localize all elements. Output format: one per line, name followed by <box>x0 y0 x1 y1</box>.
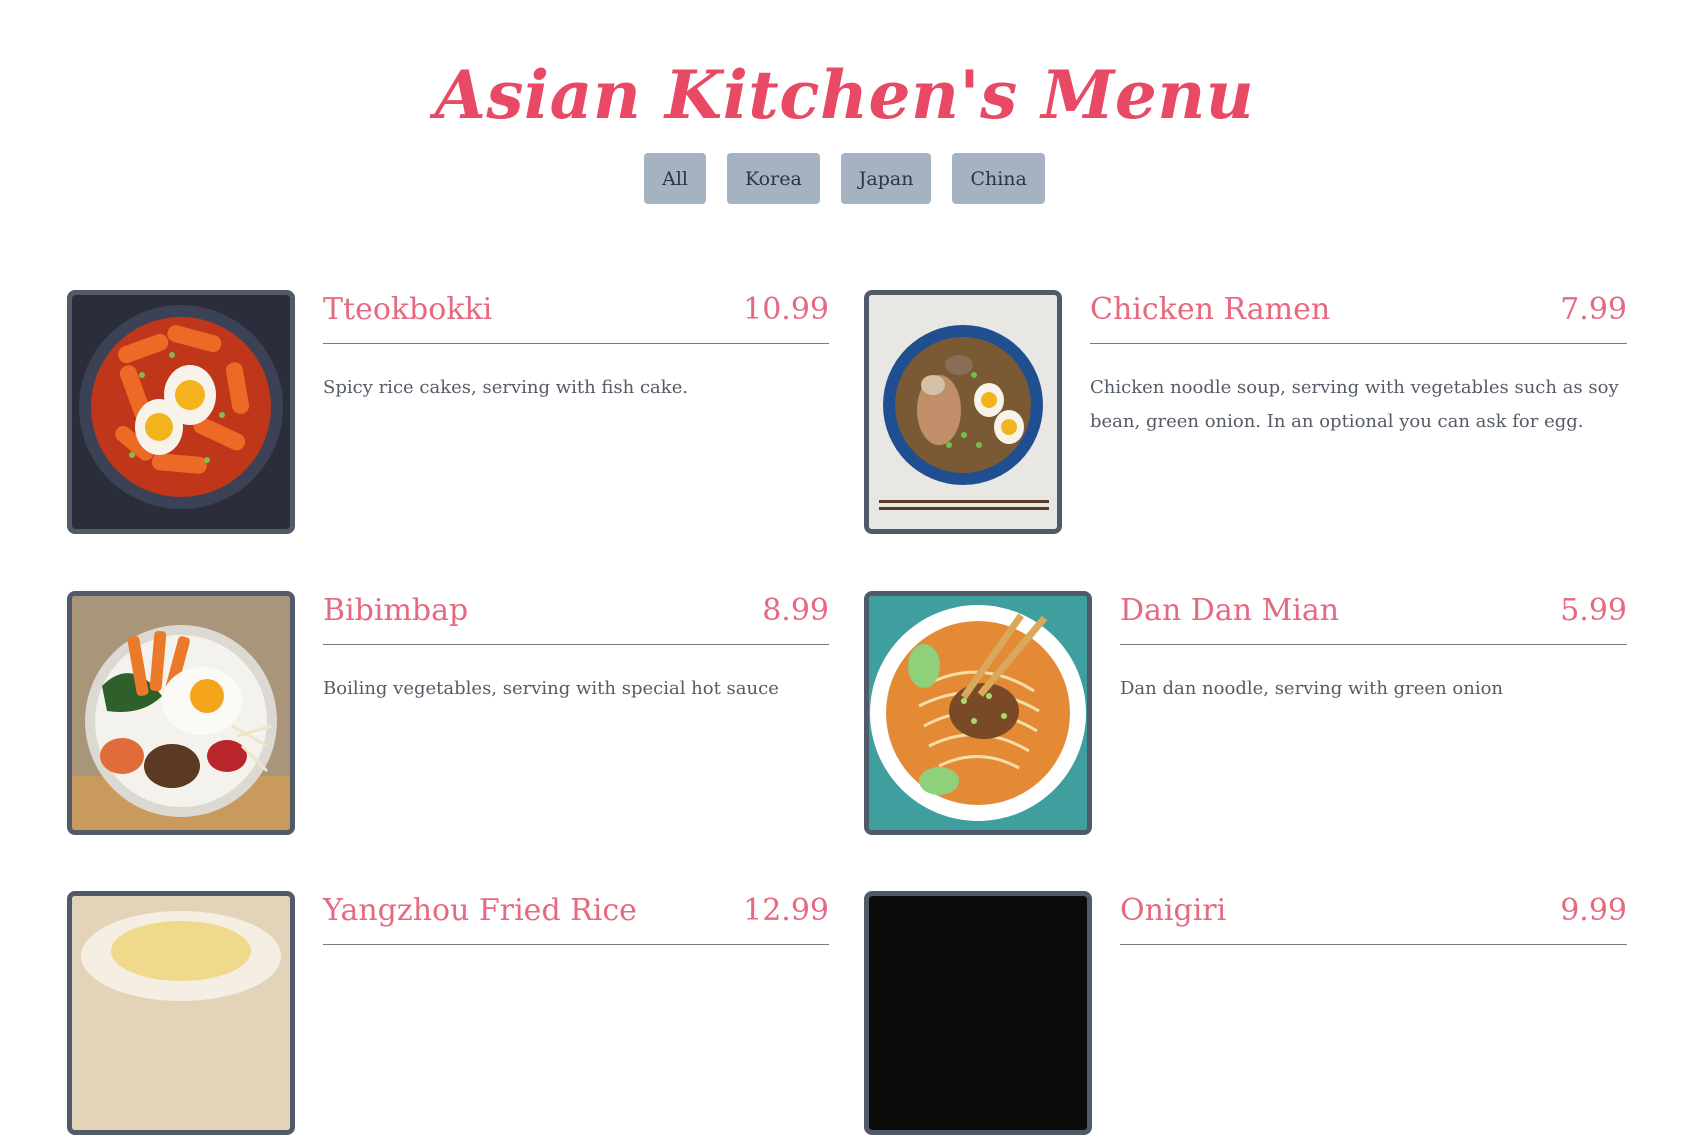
menu-item-header: Dan Dan Mian 5.99 <box>1120 591 1627 645</box>
menu-item-info: Yangzhou Fried Rice 12.99 <box>323 891 829 972</box>
menu-item-info: Dan Dan Mian 5.99 Dan dan noodle, servin… <box>1120 591 1627 706</box>
dan-dan-mian-photo <box>864 591 1092 835</box>
onigiri-photo <box>864 891 1092 1135</box>
dish-name: Tteokbokki <box>323 292 493 327</box>
tteokbokki-photo <box>67 290 295 534</box>
dish-name: Dan Dan Mian <box>1120 593 1340 628</box>
dish-name: Chicken Ramen <box>1090 292 1331 327</box>
menu-item-info: Bibimbap 8.99 Boiling vegetables, servin… <box>323 591 829 706</box>
filter-button-korea[interactable]: Korea <box>727 153 820 204</box>
category-filter-bar: All Korea Japan China <box>0 153 1689 204</box>
menu-item-yangzhou-fried-rice: Yangzhou Fried Rice 12.99 <box>67 891 829 1135</box>
chicken-ramen-photo <box>864 290 1062 534</box>
menu-item-header: Onigiri 9.99 <box>1120 891 1627 945</box>
dish-price: 10.99 <box>743 292 829 327</box>
dish-price: 8.99 <box>762 593 829 628</box>
dish-price: 7.99 <box>1560 292 1627 327</box>
menu-item-onigiri: Onigiri 9.99 <box>864 891 1627 1135</box>
yangzhou-fried-rice-photo <box>67 891 295 1135</box>
filter-button-all[interactable]: All <box>644 153 706 204</box>
page-title: Asian Kitchen's Menu <box>434 56 1255 135</box>
dish-description: Boiling vegetables, serving with special… <box>323 678 779 699</box>
filter-button-japan[interactable]: Japan <box>840 153 932 204</box>
menu-item-chicken-ramen: Chicken Ramen 7.99 Chicken noodle soup, … <box>864 290 1627 534</box>
dish-description: Spicy rice cakes, serving with fish cake… <box>323 377 689 398</box>
menu-item-header: Yangzhou Fried Rice 12.99 <box>323 891 829 945</box>
menu-item-tteokbokki: Tteokbokki 10.99 Spicy rice cakes, servi… <box>67 290 829 534</box>
menu-item-info: Chicken Ramen 7.99 Chicken noodle soup, … <box>1090 290 1627 439</box>
dish-name: Bibimbap <box>323 593 469 628</box>
dish-price: 9.99 <box>1560 893 1627 928</box>
dish-description: Dan dan noodle, serving with green onion <box>1120 678 1504 699</box>
dish-name: Onigiri <box>1120 893 1227 928</box>
menu-item-info: Onigiri 9.99 <box>1120 891 1627 972</box>
menu-item-header: Tteokbokki 10.99 <box>323 290 829 344</box>
menu-item-bibimbap: Bibimbap 8.99 Boiling vegetables, servin… <box>67 591 829 835</box>
menu-item-header: Bibimbap 8.99 <box>323 591 829 645</box>
filter-button-china[interactable]: China <box>952 153 1045 204</box>
menu-item-header: Chicken Ramen 7.99 <box>1090 290 1627 344</box>
dish-price: 12.99 <box>743 893 829 928</box>
bibimbap-photo <box>67 591 295 835</box>
dish-name: Yangzhou Fried Rice <box>323 893 637 928</box>
dish-description: Chicken noodle soup, serving with vegeta… <box>1090 377 1619 432</box>
menu-item-info: Tteokbokki 10.99 Spicy rice cakes, servi… <box>323 290 829 405</box>
dish-price: 5.99 <box>1560 593 1627 628</box>
menu-item-dan-dan-mian: Dan Dan Mian 5.99 Dan dan noodle, servin… <box>864 591 1627 835</box>
